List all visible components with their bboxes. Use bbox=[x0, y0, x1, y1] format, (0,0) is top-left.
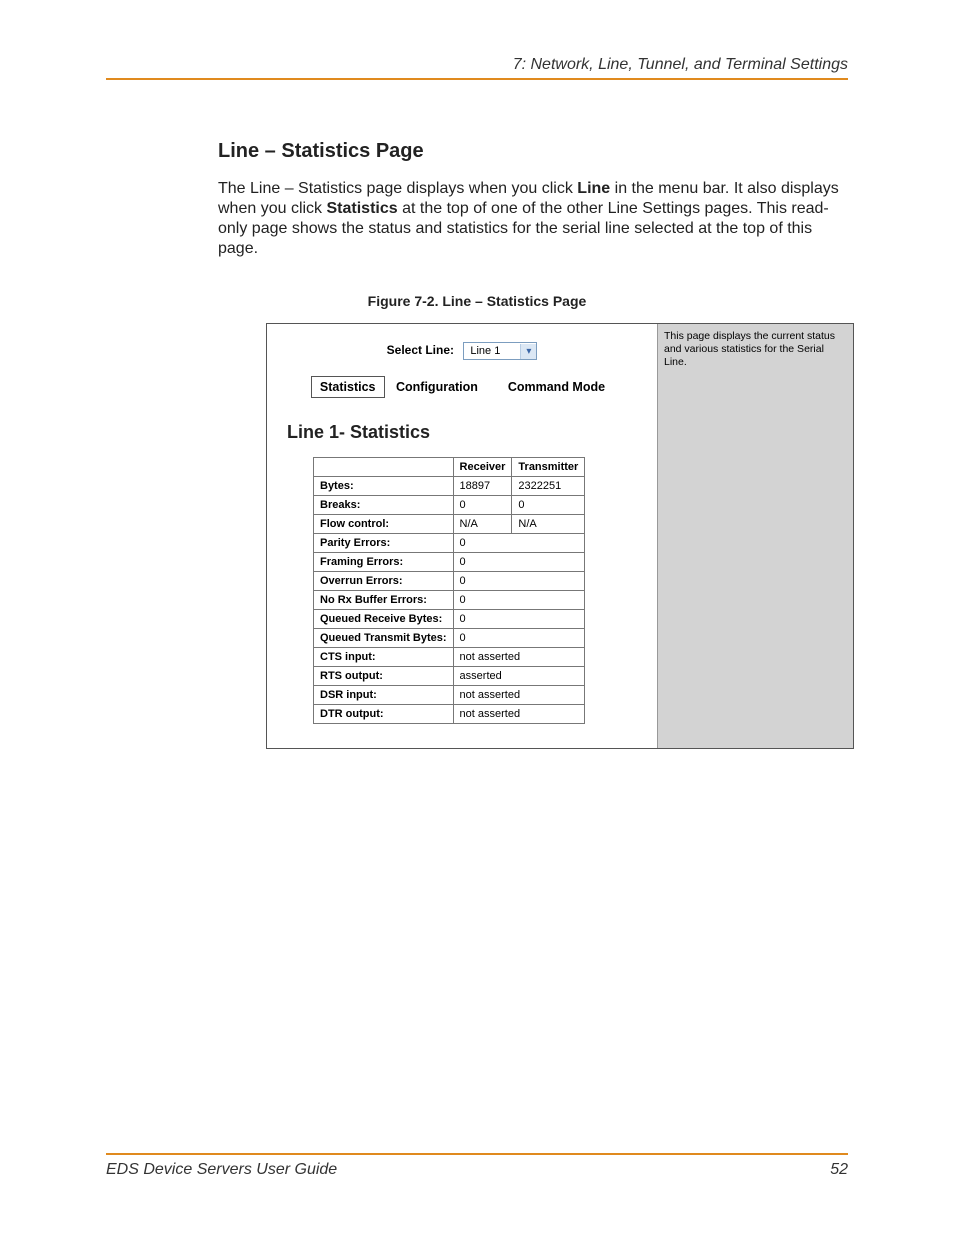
table-row: Overrun Errors:0 bbox=[314, 572, 585, 591]
row-label: No Rx Buffer Errors: bbox=[314, 591, 454, 610]
section-paragraph: The Line – Statistics page displays when… bbox=[218, 179, 848, 259]
table-row: Parity Errors:0 bbox=[314, 534, 585, 553]
row-label: Overrun Errors: bbox=[314, 572, 454, 591]
footer-page-number: 52 bbox=[830, 1161, 848, 1179]
table-row: Queued Receive Bytes:0 bbox=[314, 610, 585, 629]
tab-command-mode[interactable]: Command Mode bbox=[500, 377, 613, 397]
para-bold-line: Line bbox=[577, 180, 610, 197]
figure-side-panel: This page displays the current status an… bbox=[657, 324, 853, 748]
select-line-value: Line 1 bbox=[464, 343, 520, 359]
tab-statistics[interactable]: Statistics bbox=[311, 376, 385, 398]
row-label: Bytes: bbox=[314, 477, 454, 496]
table-row: No Rx Buffer Errors:0 bbox=[314, 591, 585, 610]
cell-value: asserted bbox=[453, 667, 585, 686]
row-label: Queued Receive Bytes: bbox=[314, 610, 454, 629]
cell-transmitter: 2322251 bbox=[512, 477, 585, 496]
figure-main-panel: Select Line: Line 1▾ Statistics Configur… bbox=[267, 324, 657, 748]
row-label: Framing Errors: bbox=[314, 553, 454, 572]
table-row: RTS output:asserted bbox=[314, 667, 585, 686]
table-row: DSR input:not asserted bbox=[314, 686, 585, 705]
cell-receiver: 18897 bbox=[453, 477, 512, 496]
figure-caption: Figure 7-2. Line – Statistics Page bbox=[106, 293, 848, 309]
cell-receiver: N/A bbox=[453, 515, 512, 534]
cell-transmitter: 0 bbox=[512, 496, 585, 515]
cell-value: 0 bbox=[453, 629, 585, 648]
footer-guide: EDS Device Servers User Guide bbox=[106, 1161, 337, 1179]
table-row: Flow control:N/AN/A bbox=[314, 515, 585, 534]
statistics-table: Receiver Transmitter Bytes:188972322251B… bbox=[313, 457, 585, 724]
row-label: Parity Errors: bbox=[314, 534, 454, 553]
row-label: Breaks: bbox=[314, 496, 454, 515]
chapter-title: 7: Network, Line, Tunnel, and Terminal S… bbox=[106, 56, 848, 74]
cell-value: not asserted bbox=[453, 648, 585, 667]
row-label: RTS output: bbox=[314, 667, 454, 686]
row-label: DSR input: bbox=[314, 686, 454, 705]
table-row: Queued Transmit Bytes:0 bbox=[314, 629, 585, 648]
para-text: The Line – Statistics page displays when… bbox=[218, 180, 577, 197]
cell-value: 0 bbox=[453, 591, 585, 610]
cell-value: not asserted bbox=[453, 686, 585, 705]
select-line-row: Select Line: Line 1▾ bbox=[283, 342, 641, 360]
table-row: DTR output:not asserted bbox=[314, 705, 585, 724]
table-row: Breaks:00 bbox=[314, 496, 585, 515]
table-row: CTS input:not asserted bbox=[314, 648, 585, 667]
chevron-down-icon: ▾ bbox=[520, 344, 536, 359]
cell-value: 0 bbox=[453, 572, 585, 591]
para-bold-statistics: Statistics bbox=[327, 200, 398, 217]
select-line-dropdown[interactable]: Line 1▾ bbox=[463, 342, 537, 360]
page-header: 7: Network, Line, Tunnel, and Terminal S… bbox=[106, 56, 848, 80]
select-line-label: Select Line: bbox=[387, 343, 454, 357]
cell-transmitter: N/A bbox=[512, 515, 585, 534]
page-footer: EDS Device Servers User Guide 52 bbox=[106, 1153, 848, 1179]
table-row: Bytes:188972322251 bbox=[314, 477, 585, 496]
row-label: Flow control: bbox=[314, 515, 454, 534]
cell-receiver: 0 bbox=[453, 496, 512, 515]
row-label: Queued Transmit Bytes: bbox=[314, 629, 454, 648]
cell-value: 0 bbox=[453, 610, 585, 629]
cell-value: not asserted bbox=[453, 705, 585, 724]
panel-heading: Line 1- Statistics bbox=[287, 422, 641, 443]
cell-value: 0 bbox=[453, 553, 585, 572]
row-label: CTS input: bbox=[314, 648, 454, 667]
tabs-row: Statistics Configuration Command Mode bbox=[283, 376, 641, 398]
col-transmitter: Transmitter bbox=[512, 458, 585, 477]
figure-container: Select Line: Line 1▾ Statistics Configur… bbox=[266, 323, 854, 749]
table-row: Framing Errors:0 bbox=[314, 553, 585, 572]
cell-value: 0 bbox=[453, 534, 585, 553]
row-label: DTR output: bbox=[314, 705, 454, 724]
col-receiver: Receiver bbox=[453, 458, 512, 477]
tab-configuration[interactable]: Configuration bbox=[388, 377, 486, 397]
table-corner bbox=[314, 458, 454, 477]
side-description: This page displays the current status an… bbox=[664, 330, 835, 368]
section-heading: Line – Statistics Page bbox=[218, 140, 848, 163]
